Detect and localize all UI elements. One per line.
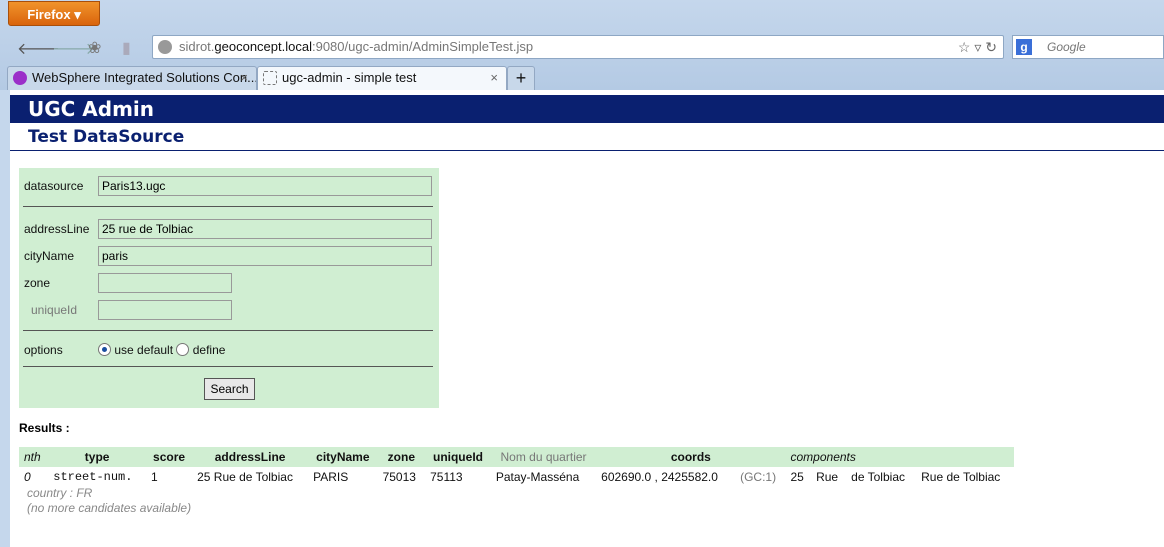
results-table: nth type score addressLine cityName zone… (19, 447, 1014, 487)
country-note: country : FR (27, 486, 93, 500)
use-default-radio[interactable] (98, 343, 111, 356)
cityname-label: cityName (24, 249, 75, 263)
search-input[interactable]: g Google (1012, 35, 1164, 59)
search-button[interactable]: Search (204, 378, 255, 400)
uniqueid-input[interactable] (98, 300, 232, 320)
datasource-input[interactable]: Paris13.ugc (98, 176, 432, 196)
new-tab-button[interactable]: + (507, 66, 535, 90)
divider (23, 330, 433, 331)
url-bar[interactable]: sidrot.geoconcept.local:9080/ugc-admin/A… (152, 35, 1004, 59)
google-icon: g (1016, 39, 1032, 55)
page-title: Test DataSource (28, 127, 185, 147)
options-label: options (24, 343, 63, 357)
table-header: nth type score addressLine cityName zone… (19, 447, 1014, 467)
cityname-input[interactable]: paris (98, 246, 432, 266)
reload-icon[interactable]: ↻ (985, 39, 997, 55)
page-icon (263, 71, 277, 85)
uniqueid-label: uniqueId (31, 303, 78, 317)
tab-ugc-admin[interactable]: ugc-admin - simple test × (257, 66, 507, 90)
firefox-menu-button[interactable]: Firefox ▾ (8, 1, 100, 26)
tab-websphere[interactable]: WebSphere Integrated Solutions Con... × (7, 66, 257, 90)
datasource-label: datasource (24, 179, 84, 193)
no-more-candidates-note: (no more candidates available) (27, 501, 192, 515)
page-content: UGC Admin Test DataSource datasource Par… (0, 90, 1164, 547)
results-title: Results : (19, 421, 70, 435)
zone-input[interactable] (98, 273, 232, 293)
addon-icon[interactable]: ❀ (88, 38, 101, 58)
browser-chrome: Firefox ▾ 🡐 🡒 ❀ ▮ sidrot.geoconcept.loca… (0, 0, 1164, 90)
search-form: datasource Paris13.ugc addressLine 25 ru… (19, 168, 439, 408)
close-tab-icon[interactable]: × (490, 67, 498, 89)
left-border (0, 90, 10, 547)
table-row: 0 street-num. 1 25 Rue de Tolbiac PARIS … (24, 470, 1001, 484)
dropdown-icon[interactable]: ▿ (974, 39, 981, 55)
globe-icon (158, 40, 172, 54)
bookmark-star-icon[interactable]: ☆ (958, 39, 971, 55)
define-radio[interactable] (176, 343, 190, 356)
addressline-label: addressLine (24, 222, 90, 236)
divider (10, 150, 1164, 151)
divider (23, 206, 433, 207)
zone-label: zone (24, 276, 51, 290)
websphere-icon (13, 71, 27, 85)
signal-icon[interactable]: ▮ (122, 38, 131, 58)
app-title: UGC Admin (10, 95, 1164, 123)
addressline-input[interactable]: 25 rue de Tolbiac (98, 219, 432, 239)
close-tab-icon[interactable]: × (240, 67, 248, 89)
divider (23, 366, 433, 367)
